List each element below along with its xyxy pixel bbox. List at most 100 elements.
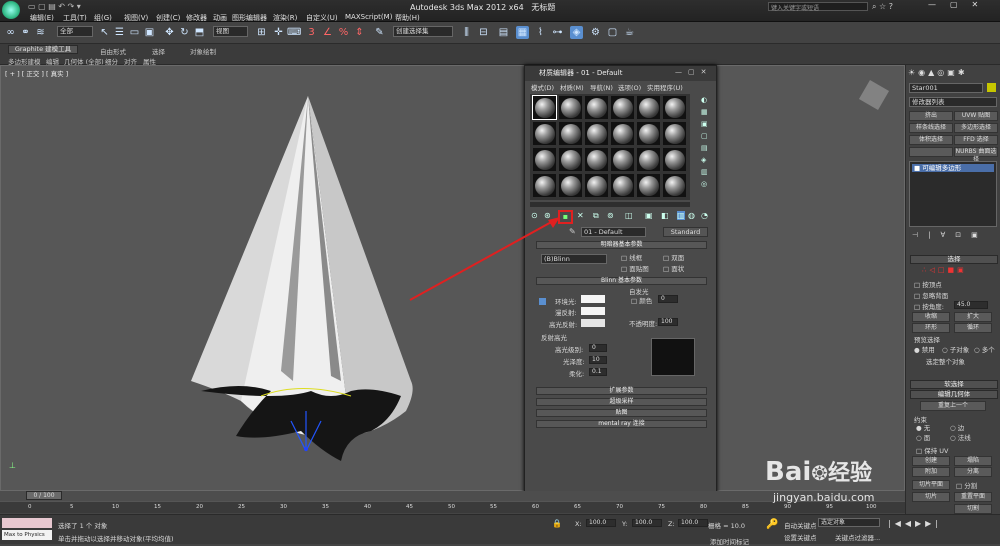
sample-slot[interactable] [558, 95, 583, 120]
sample-slot[interactable] [636, 147, 661, 172]
maps-rollout[interactable]: 贴图 [536, 409, 707, 417]
soften-spinner[interactable]: 0.1 [589, 368, 607, 376]
maxscript-field[interactable]: Max to Physics [2, 530, 52, 540]
reset-plane-button[interactable]: 重置平面 [954, 492, 992, 502]
window-crossing-icon[interactable]: ▣ [143, 26, 156, 39]
unlink-icon[interactable]: ⚭ [19, 26, 32, 39]
preview-multi-radio[interactable]: ○ 多个 [974, 344, 995, 354]
object-name-field[interactable]: Star001 [909, 83, 983, 93]
by-angle-checkbox[interactable]: □ 按角度: [914, 301, 944, 311]
mod-nurbs-select-button[interactable]: NURBS 曲面选择 [954, 147, 998, 163]
sample-slot[interactable] [558, 173, 583, 198]
mat-menu-utilities[interactable]: 实用程序(U) [647, 82, 683, 92]
curve-editor-icon[interactable]: ⌇ [534, 26, 547, 39]
add-time-tag[interactable]: 添加时间标记 [710, 536, 749, 546]
graphite-toggle-icon[interactable]: ▦ [516, 26, 529, 39]
grow-button[interactable]: 扩大 [954, 312, 992, 322]
sample-slot[interactable] [662, 147, 687, 172]
select-rotate-icon[interactable]: ↻ [178, 26, 191, 39]
two-sided-checkbox[interactable]: □ 双面 [663, 252, 684, 262]
mat-window-controls[interactable]: —▢✕ [675, 68, 712, 76]
object-color-swatch[interactable] [987, 83, 996, 92]
go-parent-icon[interactable]: ◍ [688, 211, 695, 220]
angle-spinner[interactable]: 45.0 [954, 301, 988, 309]
eyedropper-icon[interactable]: ✎ [569, 227, 576, 236]
mod-uvw-button[interactable]: UVW 贴图 [954, 111, 998, 121]
mat-menu-material[interactable]: 材质(M) [560, 82, 584, 92]
self-illum-spinner[interactable]: 0 [658, 295, 678, 303]
sample-slot[interactable] [610, 147, 635, 172]
maxscript-listener[interactable] [2, 518, 52, 528]
constraint-face-radio[interactable]: ○ 面 [916, 432, 930, 442]
panel-tabs[interactable]: ☀◉▲◎▣✱ [908, 68, 998, 77]
link-icon[interactable]: ∞ [4, 26, 17, 39]
spec-level-spinner[interactable]: 0 [589, 344, 607, 352]
selection-filter-dropdown[interactable]: 全部 [57, 26, 93, 37]
shrink-button[interactable]: 收缩 [912, 312, 950, 322]
material-type-button[interactable]: Standard [663, 227, 708, 237]
sample-slot[interactable] [662, 95, 687, 120]
subobject-icons[interactable]: ∴◁□■▣ [922, 266, 967, 274]
soft-selection-rollout[interactable]: 软选择 [910, 380, 998, 389]
ribbon-tab-freeform[interactable]: 自由形式 [100, 46, 126, 56]
sample-slot[interactable] [532, 95, 557, 120]
constraint-normal-radio[interactable]: ○ 法线 [950, 432, 971, 442]
quick-access-toolbar[interactable]: ▭ ▢ ▤ ↶ ↷ ▾ [28, 2, 81, 11]
angle-snap-icon[interactable]: ∠ [321, 26, 334, 39]
named-selection-dropdown[interactable]: 创建选择集 [393, 26, 453, 37]
diffuse-swatch[interactable] [581, 307, 605, 315]
render-setup-icon[interactable]: ⚙ [589, 26, 602, 39]
select-manipulate-icon[interactable]: ✛ [272, 26, 285, 39]
sample-slot[interactable] [584, 121, 609, 146]
detach-button[interactable]: 分离 [954, 467, 992, 477]
preview-subobj-radio[interactable]: ○ 子对象 [942, 344, 969, 354]
sample-slot[interactable] [662, 173, 687, 198]
mod-poly-select-button[interactable]: 多边形选择 [954, 123, 998, 133]
select-object-icon[interactable]: ↖ [98, 26, 111, 39]
sample-slot[interactable] [532, 147, 557, 172]
viewcube-icon[interactable] [858, 79, 890, 111]
supersampling-rollout[interactable]: 超级采样 [536, 398, 707, 406]
faceted-checkbox[interactable]: □ 面状 [663, 263, 684, 273]
select-scale-icon[interactable]: ⬒ [193, 26, 206, 39]
specular-swatch[interactable] [581, 319, 605, 327]
percent-snap-icon[interactable]: % [337, 26, 350, 39]
sample-slot[interactable] [584, 173, 609, 198]
preserve-uv-checkbox[interactable]: □ 保持 UV [916, 445, 949, 455]
lock-selection-icon[interactable]: 🔒 [552, 519, 562, 528]
sample-slot[interactable] [636, 173, 661, 198]
material-editor-icon[interactable]: ◈ [570, 26, 583, 39]
stack-item-editable-poly[interactable]: ■ 可编辑多边形 [912, 164, 994, 172]
face-map-checkbox[interactable]: □ 面贴图 [621, 263, 649, 273]
selection-rollout[interactable]: 选择 [910, 255, 998, 264]
cut-button[interactable]: 切割 [954, 504, 992, 514]
autokey-button[interactable]: 自动关键点 [784, 520, 817, 530]
side-tools-column[interactable]: ◐ ▦ ▣ ▢ ▤ ◈ ▥ ◎ [701, 94, 713, 204]
render-production-icon[interactable]: ☕ [623, 26, 636, 39]
time-slider-thumb[interactable]: 0 / 100 [26, 491, 62, 500]
material-id-icon[interactable]: ▣ [645, 211, 653, 220]
mirror-icon[interactable]: ⫼ [460, 26, 473, 39]
modifier-list-dropdown[interactable]: 修改器列表 [909, 97, 997, 107]
mod-spline-select-button[interactable]: 样条线选择 [909, 123, 953, 133]
show-end-result-icon[interactable]: ▥ [677, 211, 685, 220]
gloss-spinner[interactable]: 10 [589, 356, 607, 364]
z-coord-field[interactable]: 100.0 [678, 519, 708, 527]
show-map-icon[interactable]: ◧ [661, 211, 669, 220]
star-cone-object[interactable] [181, 91, 426, 481]
ribbon-tab-selection[interactable]: 选择 [152, 46, 165, 56]
sample-slot[interactable] [662, 121, 687, 146]
extended-params-rollout[interactable]: 扩展参数 [536, 387, 707, 395]
ribbon-tab-object-paint[interactable]: 对象绘制 [190, 46, 216, 56]
slot-scrollbar[interactable] [530, 202, 690, 207]
key-selection-dropdown[interactable]: 选定对象 [818, 518, 880, 527]
select-by-name-icon[interactable]: ☰ [113, 26, 126, 39]
preview-off-radio[interactable]: ● 禁用 [914, 344, 935, 354]
mod-blank-button[interactable] [909, 147, 953, 157]
spinner-snap-icon[interactable]: ⇕ [353, 26, 366, 39]
key-filters-button[interactable]: 关键点过滤器... [835, 532, 880, 542]
split-checkbox[interactable]: □ 分割 [956, 480, 977, 490]
sample-slot[interactable] [584, 147, 609, 172]
go-sibling-icon[interactable]: ◔ [701, 211, 708, 220]
rect-selection-icon[interactable]: ▭ [128, 26, 141, 39]
